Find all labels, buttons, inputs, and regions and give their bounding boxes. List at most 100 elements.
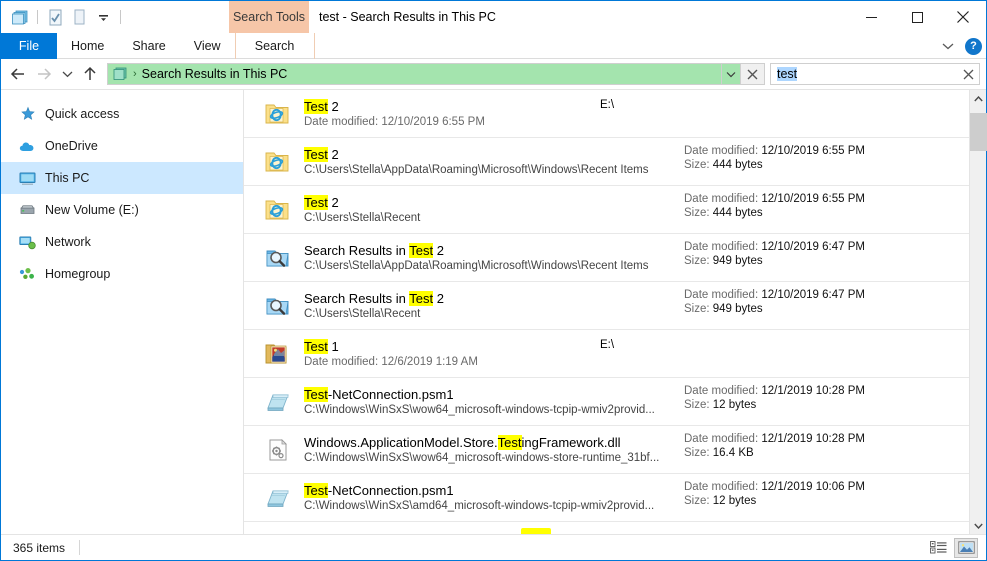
large-icons-view-button[interactable] — [954, 537, 978, 558]
drive-icon — [19, 202, 36, 219]
table-row[interactable]: Test 2 C:\Users\Stella\Recent Date modif… — [244, 186, 969, 234]
monitor-icon — [19, 170, 36, 187]
breadcrumb-separator: › — [133, 68, 137, 80]
navigation-pane: Quick access OneDrive This PC New Volume… — [1, 90, 244, 534]
recent-locations-button[interactable] — [57, 61, 77, 87]
sidebar-item-new-volume-e[interactable]: New Volume (E:) — [1, 194, 243, 226]
result-subtitle: C:\Users\Stella\Recent — [304, 212, 421, 224]
date-value: 12/10/2019 6:55 PM — [761, 193, 865, 205]
breadcrumb-path: Search Results in This PC — [141, 67, 288, 81]
tab-share[interactable]: Share — [118, 33, 179, 59]
row-text-block: Test 2 C:\Users\Stella\Recent — [304, 195, 969, 224]
result-drive: E:\ — [600, 99, 615, 111]
name-prefix: Search Results in — [304, 291, 410, 306]
sidebar-item-label: This PC — [45, 171, 90, 185]
size-value: 12 bytes — [712, 399, 757, 411]
table-row[interactable]: Test 2 Date modified: 12/10/2019 6:55 PM… — [244, 90, 969, 138]
chevron-down-icon[interactable] — [939, 37, 957, 55]
table-row[interactable]: Search Results in Test 2 C:\Users\Stella… — [244, 282, 969, 330]
address-dropdown-button[interactable] — [721, 64, 740, 84]
sidebar-item-homegroup[interactable]: Homegroup — [1, 258, 243, 290]
scroll-up-arrow-icon[interactable] — [970, 90, 987, 107]
file-explorer-window: Search Tools test - Search Results in Th… — [0, 0, 987, 561]
explorer-icon[interactable] — [9, 6, 31, 28]
tab-file[interactable]: File — [1, 33, 57, 59]
date-modified-line: Date modified: 12/1/2019 10:06 PM — [684, 481, 865, 493]
table-row[interactable]: Test 2 C:\Users\Stella\AppData\Roaming\M… — [244, 138, 969, 186]
details-view-button[interactable] — [926, 538, 950, 558]
sidebar-item-quick-access[interactable]: Quick access — [1, 98, 243, 130]
search-selected-text: test — [777, 67, 798, 81]
minimize-button[interactable] — [848, 1, 894, 33]
close-button[interactable] — [940, 1, 986, 33]
back-button[interactable] — [5, 61, 31, 87]
result-subtitle: C:\Users\Stella\Recent — [304, 308, 421, 320]
result-metadata: Date modified: 12/10/2019 6:55 PM Size: … — [684, 145, 865, 171]
scrollbar-track[interactable] — [969, 107, 987, 517]
name-prefix: Search Results in — [304, 243, 410, 258]
explorer-body: Quick access OneDrive This PC New Volume… — [1, 89, 987, 534]
size-label: Size: — [684, 207, 713, 219]
name-match: Test — [304, 147, 328, 162]
date-modified-line: Date modified: 12/10/2019 6:55 PM — [684, 145, 865, 157]
search-input-value[interactable]: test — [771, 67, 957, 81]
table-row[interactable]: Test-NetConnection.psm1 C:\Windows\WinSx… — [244, 474, 969, 522]
scrollbar-thumb[interactable] — [969, 113, 987, 151]
result-name: Test 2 — [304, 99, 969, 114]
result-metadata: Date modified: 12/1/2019 10:28 PM Size: … — [684, 433, 865, 459]
customize-qat-icon[interactable] — [92, 6, 114, 28]
name-match: Test — [409, 291, 434, 306]
properties-icon[interactable] — [44, 6, 66, 28]
table-row[interactable]: Test 1 Date modified: 12/6/2019 1:19 AM … — [244, 330, 969, 378]
sidebar-item-network[interactable]: Network — [1, 226, 243, 258]
size-value: 444 bytes — [712, 207, 763, 219]
date-label: Date modified: — [684, 433, 762, 445]
sidebar-item-label: New Volume (E:) — [45, 203, 139, 217]
sidebar-item-onedrive[interactable]: OneDrive — [1, 130, 243, 162]
result-name: Test-NetConnection.psm1 — [304, 387, 969, 402]
date-modified-line: Date modified: 12/10/2019 6:47 PM — [684, 241, 865, 253]
tab-home[interactable]: Home — [57, 33, 118, 59]
address-bar[interactable]: › Search Results in This PC — [107, 63, 741, 85]
search-tools-context-tab[interactable]: Search Tools — [229, 1, 309, 33]
name-rest: 2 — [433, 291, 444, 306]
table-row-partial[interactable] — [244, 522, 969, 534]
stop-search-button[interactable] — [741, 63, 765, 85]
table-row[interactable]: Search Results in Test 2 C:\Users\Stella… — [244, 234, 969, 282]
result-name: Search Results in Test 2 — [304, 291, 969, 306]
row-text-block: Windows.ApplicationModel.Store.TestingFr… — [304, 435, 969, 464]
table-row[interactable]: Windows.ApplicationModel.Store.TestingFr… — [244, 426, 969, 474]
date-modified-line: Date modified: 12/1/2019 10:28 PM — [684, 385, 865, 397]
maximize-button[interactable] — [894, 1, 940, 33]
size-line: Size: 16.4 KB — [684, 447, 865, 459]
up-button[interactable] — [77, 61, 103, 87]
forward-button[interactable] — [31, 61, 57, 87]
row-text-block: Test-NetConnection.psm1 C:\Windows\WinSx… — [304, 483, 969, 512]
tab-view[interactable]: View — [180, 33, 235, 59]
table-row[interactable]: Test-NetConnection.psm1 C:\Windows\WinSx… — [244, 378, 969, 426]
result-subtitle: C:\Windows\WinSxS\amd64_microsoft-window… — [304, 500, 655, 512]
new-folder-icon[interactable] — [68, 6, 90, 28]
result-name: Test 1 — [304, 339, 969, 354]
scroll-down-arrow-icon[interactable] — [970, 517, 987, 534]
size-value: 949 bytes — [712, 255, 763, 267]
item-count: 365 items — [13, 540, 66, 555]
window-controls — [848, 1, 986, 33]
breadcrumb[interactable]: › Search Results in This PC — [108, 67, 721, 81]
result-metadata: Date modified: 12/10/2019 6:47 PM Size: … — [684, 289, 865, 315]
vertical-scrollbar[interactable] — [969, 90, 987, 534]
name-rest: 1 — [327, 339, 339, 354]
tab-search[interactable]: Search — [234, 33, 315, 59]
psm1-file-icon — [262, 482, 294, 514]
row-text-block: Search Results in Test 2 C:\Users\Stella… — [304, 243, 969, 272]
size-line: Size: 12 bytes — [684, 495, 865, 507]
sidebar-item-label: Homegroup — [45, 267, 111, 281]
help-icon[interactable]: ? — [965, 37, 982, 55]
sidebar-item-this-pc[interactable]: This PC — [1, 162, 243, 194]
search-input[interactable]: test — [770, 63, 980, 85]
clear-search-icon[interactable] — [957, 64, 979, 84]
size-value: 444 bytes — [712, 159, 763, 171]
result-subtitle: C:\Windows\WinSxS\wow64_microsoft-window… — [304, 452, 660, 464]
ribbon-right-controls: ? — [939, 33, 982, 59]
result-subtitle: Date modified: 12/10/2019 6:55 PM — [304, 116, 485, 128]
